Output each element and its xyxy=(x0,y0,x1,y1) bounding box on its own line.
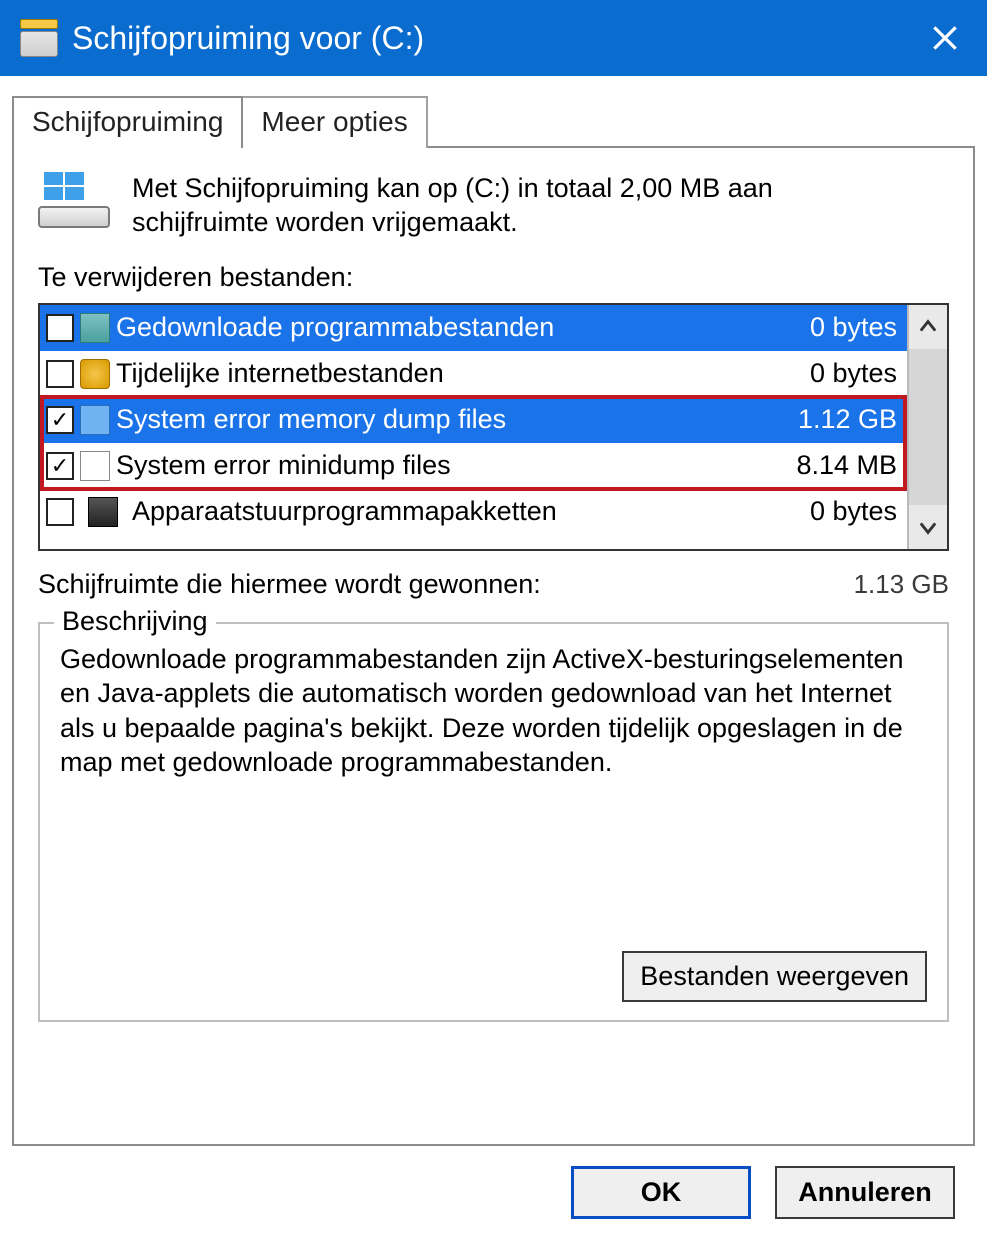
gained-label: Schijfruimte die hiermee wordt gewonnen: xyxy=(38,569,541,600)
item-name: Gedownloade programmabestanden xyxy=(116,312,804,343)
tab-disk-cleanup[interactable]: Schijfopruiming xyxy=(12,96,243,148)
files-to-delete-label: Te verwijderen bestanden: xyxy=(38,262,949,293)
list-item[interactable]: Gedownloade programmabestanden0 bytes xyxy=(40,305,907,351)
cancel-button[interactable]: Annuleren xyxy=(775,1166,955,1219)
file-type-icon xyxy=(80,405,110,435)
files-listbox[interactable]: Gedownloade programmabestanden0 bytesTij… xyxy=(38,303,949,551)
file-type-icon xyxy=(80,359,110,389)
description-group: Beschrijving Gedownloade programmabestan… xyxy=(38,622,949,1022)
tab-more-options[interactable]: Meer opties xyxy=(241,96,427,148)
window-title: Schijfopruiming voor (C:) xyxy=(72,20,424,57)
scroll-up-icon[interactable] xyxy=(909,305,947,349)
list-item[interactable]: System error minidump files8.14 MB xyxy=(40,443,907,489)
view-files-button[interactable]: Bestanden weergeven xyxy=(622,951,927,1002)
scroll-down-icon[interactable] xyxy=(909,505,947,549)
item-name: Tijdelijke internetbestanden xyxy=(116,358,804,389)
scroll-track[interactable] xyxy=(909,349,947,505)
checkbox[interactable] xyxy=(46,498,74,526)
item-name: System error minidump files xyxy=(116,450,790,481)
description-text: Gedownloade programmabestanden zijn Acti… xyxy=(60,642,927,780)
checkbox[interactable] xyxy=(46,314,74,342)
item-size: 1.12 GB xyxy=(798,404,901,435)
list-item[interactable]: Tijdelijke internetbestanden0 bytes xyxy=(40,351,907,397)
checkbox[interactable] xyxy=(46,360,74,388)
description-group-title: Beschrijving xyxy=(54,606,216,637)
scrollbar[interactable] xyxy=(907,305,947,549)
gained-value: 1.13 GB xyxy=(854,569,949,600)
checkbox[interactable] xyxy=(46,406,74,434)
dialog-footer: OK Annuleren xyxy=(12,1146,975,1219)
file-type-icon xyxy=(80,313,110,343)
tab-panel: Met Schijfopruiming kan op (C:) in totaa… xyxy=(12,146,975,1146)
intro-text: Met Schijfopruiming kan op (C:) in totaa… xyxy=(132,172,852,240)
tabstrip: Schijfopruiming Meer opties xyxy=(12,96,975,148)
file-type-icon xyxy=(80,451,110,481)
file-type-icon xyxy=(88,497,118,527)
intro-row: Met Schijfopruiming kan op (C:) in totaa… xyxy=(38,172,949,240)
item-size: 8.14 MB xyxy=(796,450,901,481)
titlebar: Schijfopruiming voor (C:) xyxy=(0,0,987,76)
item-size: 0 bytes xyxy=(810,312,901,343)
item-name: Apparaatstuurprogrammapakketten xyxy=(132,496,804,527)
close-icon[interactable] xyxy=(923,16,967,60)
drive-icon xyxy=(38,172,110,228)
list-item[interactable]: Apparaatstuurprogrammapakketten0 bytes xyxy=(40,489,907,535)
item-size: 0 bytes xyxy=(810,496,901,527)
ok-button[interactable]: OK xyxy=(571,1166,751,1219)
item-size: 0 bytes xyxy=(810,358,901,389)
item-name: System error memory dump files xyxy=(116,404,792,435)
list-item[interactable]: System error memory dump files1.12 GB xyxy=(40,397,907,443)
checkbox[interactable] xyxy=(46,452,74,480)
disk-cleanup-icon xyxy=(20,19,58,57)
